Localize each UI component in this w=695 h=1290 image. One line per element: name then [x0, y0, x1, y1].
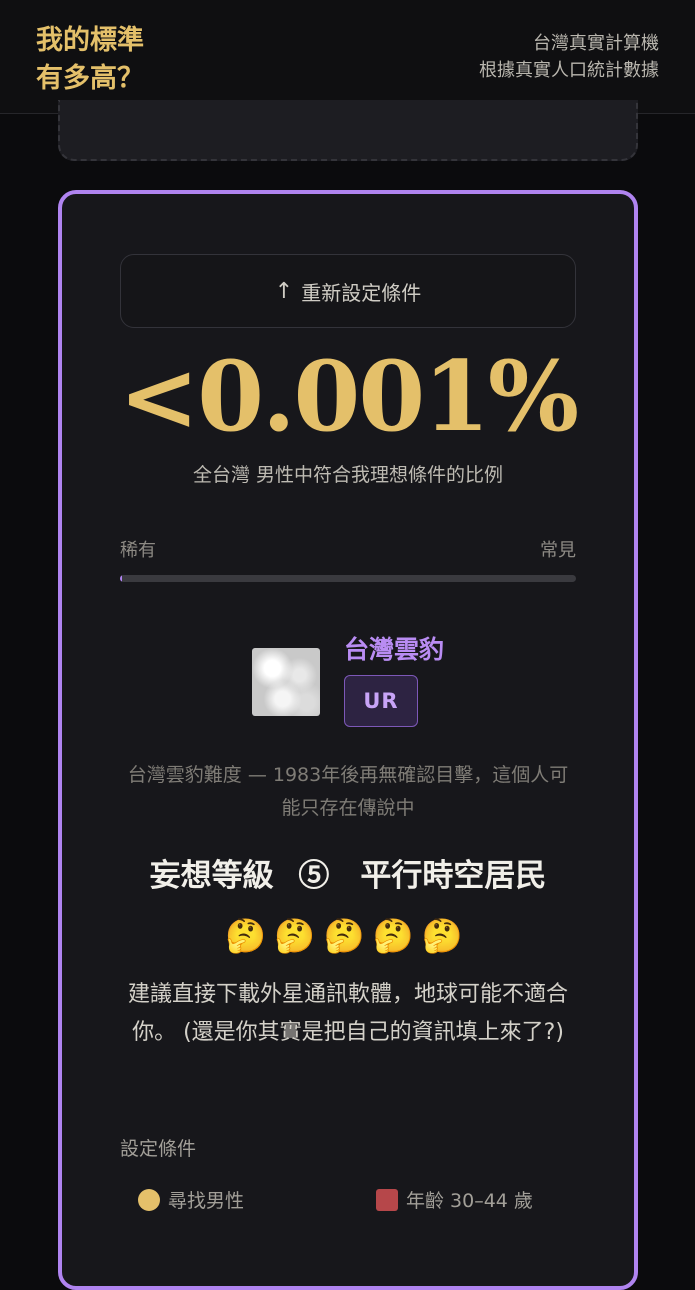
thinking-face-icons: 🤔🤔🤔🤔🤔 [225, 916, 471, 955]
brand-line-2: 有多高？ [36, 63, 144, 94]
arrow-up-icon: ↑ [274, 278, 294, 304]
clouded-leopard-image [252, 648, 320, 716]
animal-name: 台灣雲豹 [344, 635, 445, 664]
brand-line-1: 我的標準 [36, 25, 144, 56]
delusion-level-title: 妄想等級 ⑤ 平行時空居民 [149, 858, 547, 894]
tagline-line-2: 根據真實人口統計數據 [479, 60, 659, 81]
rarity-scale-fill [120, 575, 123, 582]
rarity-scale-bar [120, 575, 576, 582]
advice-text: 建議直接下載外星通訊軟體，地球可能不適合你。 (還是你其實是把自己的資訊填上來了… [127, 982, 568, 1045]
result-card: ↑ 重新設定條件 <0.001% 全台灣 男性中符合我理想條件的比例 稀有 常見… [58, 190, 638, 1290]
app-header: 我的標準 有多高？ 台灣真實計算機 根據真實人口統計數據 [0, 0, 695, 114]
scale-label-common: 常見 [540, 540, 576, 561]
match-percentage-caption: 全台灣 男性中符合我理想條件的比例 [192, 464, 504, 486]
rarity-badge: UR [344, 675, 418, 727]
tagline-line-1: 台灣真實計算機 [533, 33, 659, 54]
reset-conditions-button[interactable]: ↑ 重新設定條件 [120, 254, 576, 328]
match-percentage: <0.001% [118, 340, 579, 453]
scale-label-rare: 稀有 [120, 540, 156, 561]
brand-title[interactable]: 我的標準 有多高？ [36, 22, 236, 98]
reset-conditions-label: 重新設定條件 [301, 280, 422, 305]
difficulty-description: 台灣雲豹難度 — 1983年後再無確認目擊，這個人可能只存在傳說中 [127, 764, 569, 819]
tagline: 台灣真實計算機 根據真實人口統計數據 [479, 30, 659, 84]
conditions-label: 設定條件 [120, 1138, 197, 1160]
previous-section-card [58, 100, 638, 161]
